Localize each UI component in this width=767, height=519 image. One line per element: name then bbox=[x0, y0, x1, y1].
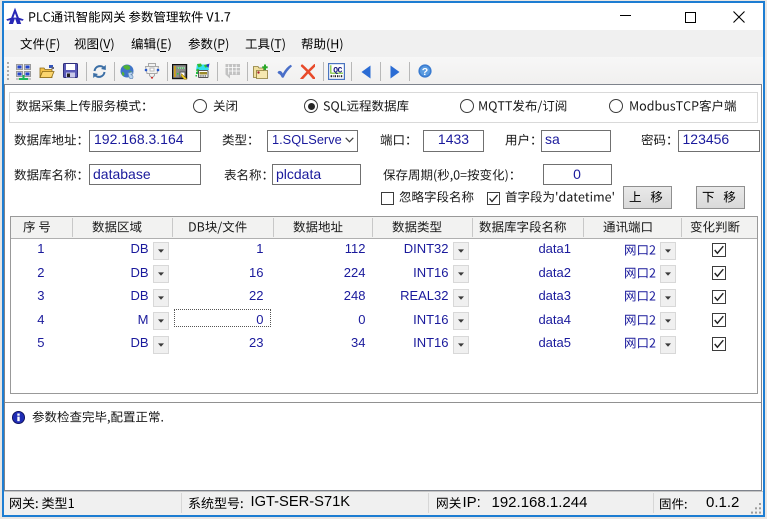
svg-text:?: ? bbox=[421, 66, 427, 78]
svg-text:QC: QC bbox=[333, 66, 342, 75]
